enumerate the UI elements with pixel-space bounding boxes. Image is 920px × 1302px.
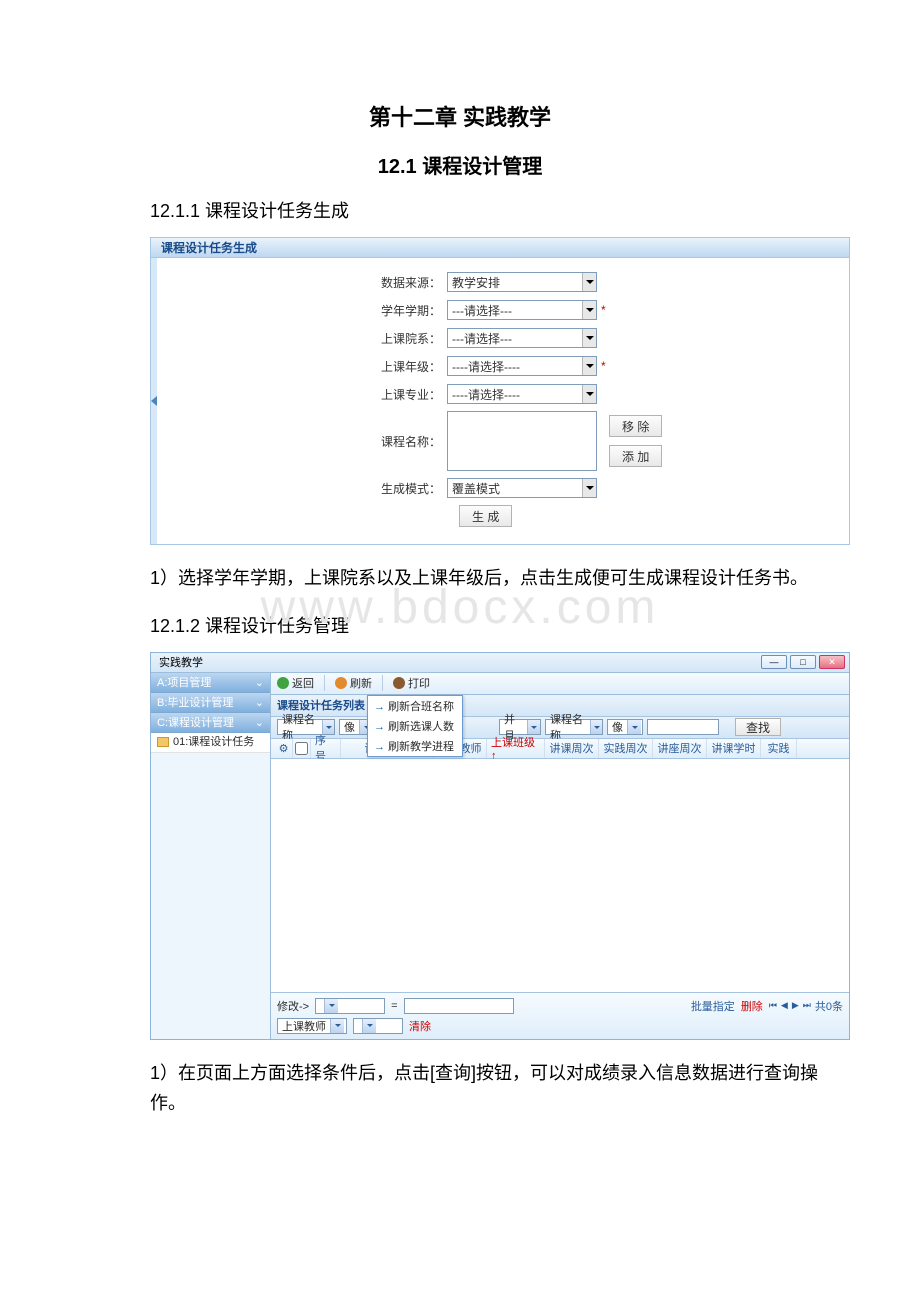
filter-value-2[interactable] [647, 719, 719, 735]
add-button[interactable]: 添 加 [609, 445, 662, 467]
col-seq[interactable]: 序号 [311, 739, 341, 758]
col-lect[interactable]: 讲座周次 [653, 739, 707, 758]
folder-icon [157, 737, 169, 747]
caption-2: 1）在页面上方面选择条件后，点击[查询]按钮，可以对成绩录入信息数据进行查询操作… [150, 1058, 850, 1119]
refresh-enroll[interactable]: → 刷新选课人数 [368, 716, 462, 736]
print-button[interactable]: 打印 [393, 675, 430, 691]
screenshot-task-generate: 课程设计任务生成 数据来源： 教学安排 学年学期： ---请选择--- * 上课… [150, 237, 850, 545]
caption-1: 1）选择学年学期，上课院系以及上课年级后，点击生成便可生成课程设计任务书。 [150, 563, 850, 594]
subsection-2: 12.1.2 课程设计任务管理 [150, 612, 850, 638]
refresh-button[interactable]: 刷新 [335, 675, 372, 691]
modify-label: 修改-> [277, 998, 309, 1014]
modify-value[interactable] [404, 998, 514, 1014]
col-week[interactable]: 讲课周次 [545, 739, 599, 758]
pager-count: 共0条 [815, 998, 843, 1014]
close-button[interactable]: ✕ [819, 655, 845, 669]
print-icon [393, 677, 405, 689]
required-marker: * [601, 359, 606, 373]
back-button[interactable]: 返回 [277, 675, 314, 691]
back-icon [277, 677, 289, 689]
chevron-icon: ⌄ [255, 693, 264, 712]
chevron-icon: ⌄ [255, 713, 264, 732]
refresh-dropdown: → 刷新合班名称 → 刷新选课人数 → 刷新教学进程 [367, 695, 463, 757]
chevron-icon: ⌄ [255, 673, 264, 692]
refresh-icon [335, 677, 347, 689]
col-prac[interactable]: 实践周次 [599, 739, 653, 758]
select-term[interactable]: ---请选择--- [447, 300, 597, 320]
label-dept: 上课院系： [157, 330, 447, 347]
delete-button[interactable]: 删除 [741, 998, 763, 1014]
pager-first[interactable]: ⏮ [769, 1000, 777, 1011]
grid-body [271, 759, 849, 992]
section-title: 12.1 课程设计管理 [70, 150, 850, 179]
pager-next[interactable]: ▶ [792, 1000, 799, 1011]
teacher-value[interactable] [353, 1018, 403, 1034]
toolbar: 返回 刷新 打印 → 刷新合班名称 → 刷新选课人数 → 刷新教学进程 [271, 673, 849, 695]
select-source[interactable]: 教学安排 [447, 272, 597, 292]
refresh-classname[interactable]: → 刷新合班名称 [368, 696, 462, 716]
filter-field-2[interactable]: 课程名称 [545, 719, 603, 735]
select-all-checkbox[interactable] [293, 739, 311, 758]
col-last[interactable]: 实践 [761, 739, 797, 758]
sidebar-cat-b[interactable]: B:毕业设计管理⌄ [151, 693, 270, 713]
sidebar-cat-a[interactable]: A:项目管理⌄ [151, 673, 270, 693]
eq-label: = [391, 1000, 397, 1012]
sidebar-cat-c[interactable]: C:课程设计管理⌄ [151, 713, 270, 733]
grid-header: ⚙ 序号 课程名称 授课教师 上课班级↑ 讲课周次 实践周次 讲座周次 讲课学时… [271, 739, 849, 759]
label-term: 学年学期： [157, 302, 447, 319]
label-course: 课程名称： [157, 433, 447, 450]
label-grade: 上课年级： [157, 358, 447, 375]
pager-prev[interactable]: ◀ [781, 1000, 788, 1011]
select-dept[interactable]: ---请选择--- [447, 328, 597, 348]
filter-op-2[interactable]: 像 [607, 719, 643, 735]
panel-title: 课程设计任务生成 [151, 238, 849, 258]
clear-button[interactable]: 清除 [409, 1018, 431, 1034]
select-grade[interactable]: ----请选择---- [447, 356, 597, 376]
select-major[interactable]: ----请选择---- [447, 384, 597, 404]
find-button[interactable]: 查找 [735, 718, 781, 736]
screenshot-task-manage: 实践教学 — □ ✕ A:项目管理⌄ B:毕业设计管理⌄ C:课程设计管理⌄ 0… [150, 652, 850, 1040]
minimize-button[interactable]: — [761, 655, 787, 669]
settings-icon[interactable]: ⚙ [275, 739, 293, 758]
chapter-title: 第十二章 实践教学 [70, 100, 850, 132]
pager: ⏮ ◀ ▶ ⏭ 共0条 [769, 998, 843, 1014]
refresh-progress[interactable]: → 刷新教学进程 [368, 736, 462, 756]
label-source: 数据来源： [157, 274, 447, 291]
col-hours[interactable]: 讲课学时 [707, 739, 761, 758]
subsection-1: 12.1.1 课程设计任务生成 [150, 197, 850, 223]
sidebar-item-01[interactable]: 01:课程设计任务 [151, 733, 270, 753]
col-class[interactable]: 上课班级↑ [487, 739, 545, 758]
maximize-button[interactable]: □ [790, 655, 816, 669]
label-major: 上课专业： [157, 386, 447, 403]
filter-joiner[interactable]: 并且 [499, 719, 541, 735]
teacher-field[interactable]: 上课教师 [277, 1018, 347, 1034]
pager-last[interactable]: ⏭ [803, 1000, 811, 1011]
label-mode: 生成模式： [157, 480, 447, 497]
window-title: 实践教学 [159, 654, 761, 670]
sidebar: A:项目管理⌄ B:毕业设计管理⌄ C:课程设计管理⌄ 01:课程设计任务 [151, 673, 271, 1039]
modify-field[interactable] [315, 998, 385, 1014]
required-marker: * [601, 303, 606, 317]
batch-assign-button[interactable]: 批量指定 [691, 998, 735, 1014]
course-listbox[interactable] [447, 411, 597, 471]
generate-button[interactable]: 生 成 [459, 505, 512, 527]
remove-button[interactable]: 移 除 [609, 415, 662, 437]
select-mode[interactable]: 覆盖模式 [447, 478, 597, 498]
